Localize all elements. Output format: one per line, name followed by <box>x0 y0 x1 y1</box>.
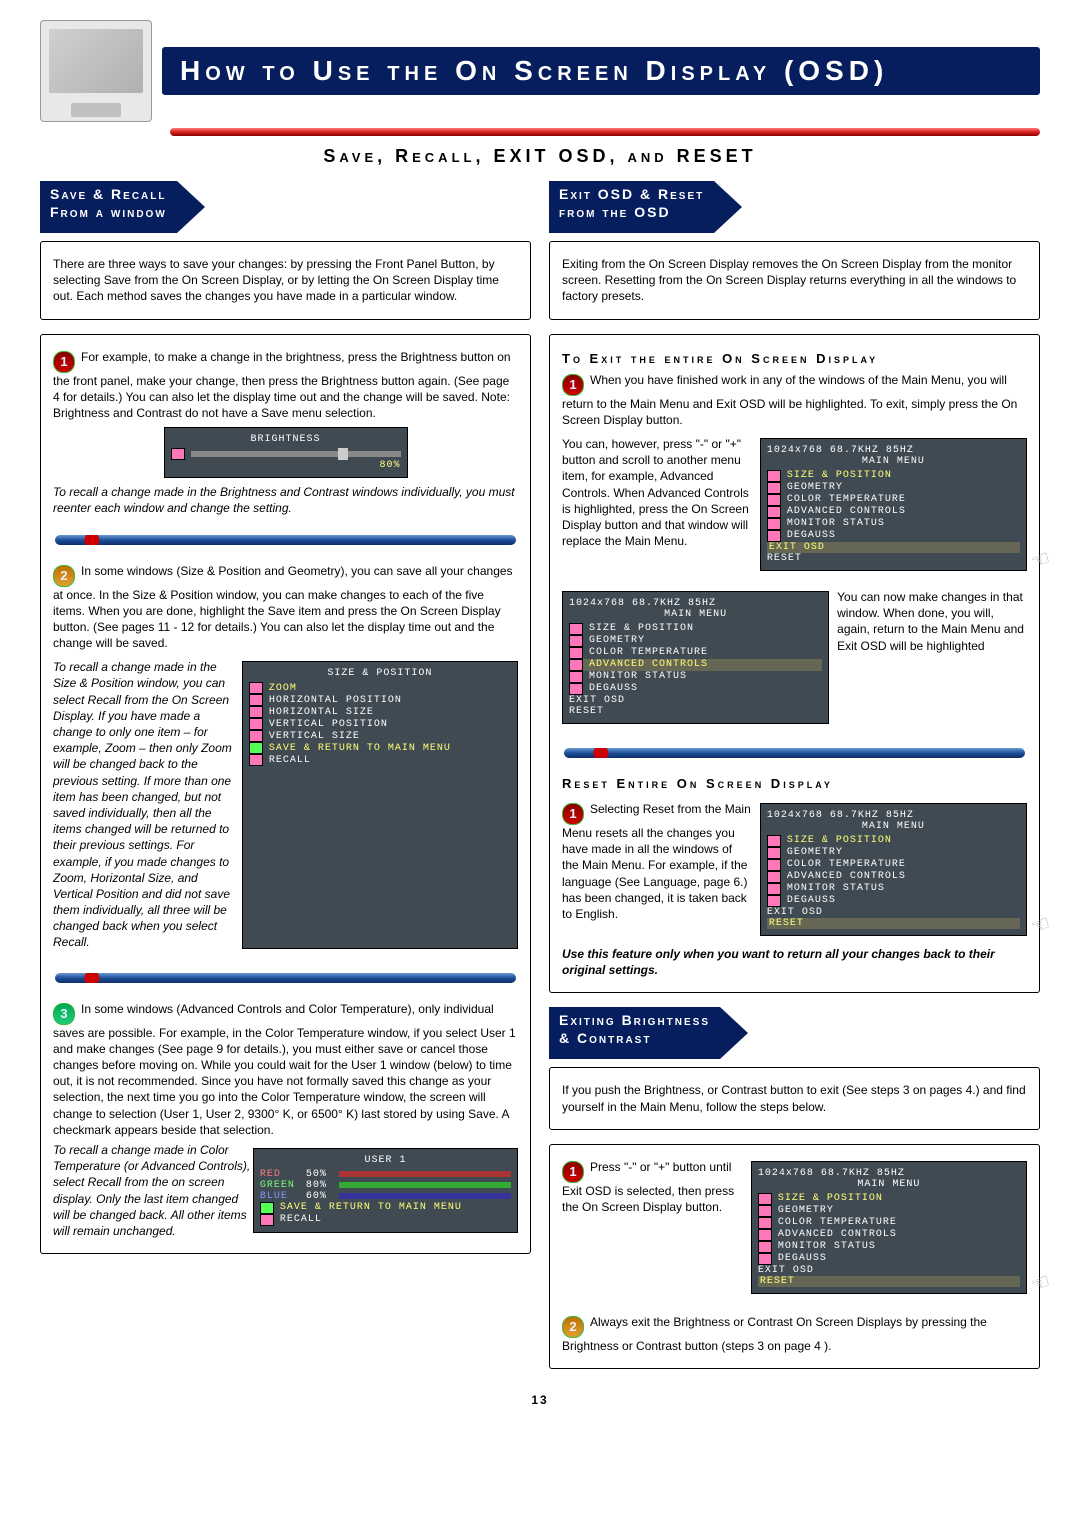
section-flag-brightness: Exiting Brightness & Contrast <box>549 1007 1040 1059</box>
step1-box: 1For example, to make a change in the br… <box>40 334 531 1255</box>
divider-pill <box>170 128 1040 136</box>
osd-user1: USER 1 RED50% GREEN80% BLUE60% SAVE & RE… <box>253 1148 518 1233</box>
intro-text: Exiting from the On Screen Display remov… <box>562 256 1027 305</box>
bc-step2: Always exit the Brightness or Contrast O… <box>562 1315 987 1353</box>
osd-main-menu-4: 1024x768 68.7KHZ 85HZ MAIN MENU SIZE & P… <box>751 1161 1027 1294</box>
flag-label: Exiting Brightness & Contrast <box>549 1007 720 1059</box>
divider <box>55 535 516 545</box>
intro-box-left: There are three ways to save your change… <box>40 241 531 320</box>
badge-1-icon: 1 <box>562 374 584 396</box>
pointer-icon: ☜ <box>1029 543 1055 578</box>
osd-size-position: SIZE & POSITION ZOOM HORIZONTAL POSITION… <box>242 661 518 948</box>
exit-step-a: When you have finished work in any of th… <box>562 373 1017 427</box>
badge-1-icon: 1 <box>53 351 75 373</box>
intro-box-right: Exiting from the On Screen Display remov… <box>549 241 1040 320</box>
right-col: Exit OSD & Reset from the OSD Exiting fr… <box>549 181 1040 1383</box>
intro-text: There are three ways to save your change… <box>53 256 518 305</box>
step2-text: 2In some windows (Size & Position and Ge… <box>53 563 518 652</box>
exit-step-c: You can now make changes in that window.… <box>837 589 1027 726</box>
page-number: 13 <box>40 1393 1040 1407</box>
badge-2-icon: 2 <box>53 565 75 587</box>
osd-main-menu-2: 1024x768 68.7KHZ 85HZ MAIN MENU SIZE & P… <box>562 591 829 724</box>
step3-text: 3In some windows (Advanced Controls and … <box>53 1001 518 1138</box>
bc-intro-box: If you push the Brightness, or Contrast … <box>549 1067 1040 1129</box>
exit-step-b: You can, however, press "-" or "+" butto… <box>562 436 752 549</box>
osd-main-menu-3: 1024x768 68.7KHZ 85HZ MAIN MENU SIZE & P… <box>760 803 1027 936</box>
section-flag-exit: Exit OSD & Reset from the OSD <box>549 181 1040 233</box>
bc-intro: If you push the Brightness, or Contrast … <box>562 1082 1027 1114</box>
osd-brightness: BRIGHTNESS 80% <box>164 427 408 478</box>
badge-2-icon: 2 <box>562 1316 584 1338</box>
section-flag-save: Save & Recall From a window <box>40 181 531 233</box>
monitor-icon <box>40 20 152 122</box>
bc-steps-box: 1Press "-" or "+" button until Exit OSD … <box>549 1144 1040 1369</box>
left-col: Save & Recall From a window There are th… <box>40 181 531 1383</box>
exit-subhead: To Exit the entire On Screen Display <box>562 351 1027 366</box>
page-title: How to Use the On Screen Display (OSD) <box>162 47 1040 95</box>
sun-icon <box>171 448 185 460</box>
badge-1-icon: 1 <box>562 1161 584 1183</box>
bc-step1: Press "-" or "+" button until Exit OSD i… <box>562 1160 734 1214</box>
header-row: How to Use the On Screen Display (OSD) <box>40 20 1040 122</box>
osd-main-menu-1: 1024x768 68.7KHZ 85HZ MAIN MENU SIZE & P… <box>760 438 1027 571</box>
exit-box: To Exit the entire On Screen Display 1Wh… <box>549 334 1040 994</box>
page-subtitle: Save, Recall, EXIT OSD, and RESET <box>40 146 1040 167</box>
badge-3-icon: 3 <box>53 1003 75 1025</box>
page: How to Use the On Screen Display (OSD) S… <box>0 0 1080 1437</box>
badge-1-icon: 1 <box>562 803 584 825</box>
divider <box>55 973 516 983</box>
flag-label: Exit OSD & Reset from the OSD <box>549 181 714 233</box>
reset-warning: Use this feature only when you want to r… <box>562 946 1027 978</box>
pointer-icon: ☜ <box>1029 1266 1055 1301</box>
reset-step: Selecting Reset from the Main Menu reset… <box>562 802 751 921</box>
step1-note: To recall a change made in the Brightnes… <box>53 484 518 516</box>
flag-label: Save & Recall From a window <box>40 181 177 233</box>
step1-text: 1For example, to make a change in the br… <box>53 349 518 422</box>
pointer-icon: ☜ <box>1029 908 1055 943</box>
reset-subhead: Reset Entire On Screen Display <box>562 776 1027 791</box>
divider <box>564 748 1025 758</box>
step2-note: To recall a change made in the Size & Po… <box>53 659 234 950</box>
